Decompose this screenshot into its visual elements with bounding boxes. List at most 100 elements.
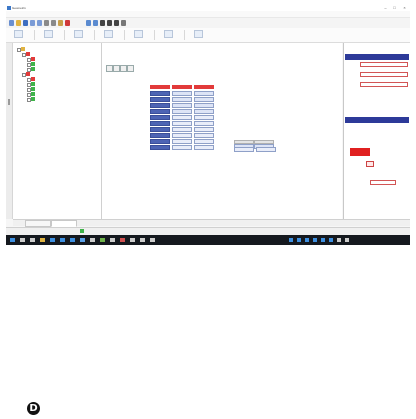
tree-node[interactable] [13, 82, 101, 87]
tree-node[interactable] [13, 72, 101, 77]
bottom-field[interactable] [370, 180, 396, 185]
bottom-tab[interactable] [51, 220, 77, 227]
value-cell[interactable] [172, 115, 192, 120]
value-cell[interactable] [150, 103, 170, 108]
prev-icon[interactable] [113, 65, 120, 72]
value-cell[interactable] [150, 109, 170, 114]
value-cell[interactable] [150, 133, 170, 138]
value-cell[interactable] [172, 103, 192, 108]
measure-icon[interactable] [100, 20, 105, 26]
redo-icon[interactable] [37, 20, 42, 26]
value-cell[interactable] [172, 145, 192, 150]
cut-icon[interactable] [44, 20, 49, 26]
new-file-icon[interactable] [9, 20, 14, 26]
tree-node[interactable] [13, 67, 101, 72]
value-cell[interactable] [172, 127, 192, 132]
property-field[interactable] [360, 62, 408, 67]
value-cell[interactable] [172, 139, 192, 144]
layers-icon[interactable] [114, 20, 119, 26]
tray-icon[interactable] [337, 238, 341, 242]
app-icon[interactable] [80, 238, 85, 242]
app-icon[interactable] [120, 238, 125, 242]
value-cell[interactable] [194, 97, 214, 102]
collapse-handle[interactable] [8, 99, 10, 105]
folder-icon[interactable] [40, 238, 45, 242]
open-folder-icon[interactable] [16, 20, 21, 26]
options-icon[interactable] [194, 30, 203, 38]
tree-node[interactable] [13, 52, 101, 57]
value-cell[interactable] [172, 121, 192, 126]
tray-icon[interactable] [313, 238, 317, 242]
value-cell[interactable] [194, 109, 214, 114]
tree-node[interactable] [13, 77, 101, 82]
value-cell[interactable] [150, 115, 170, 120]
value-cell[interactable] [194, 121, 214, 126]
result-cell[interactable] [256, 147, 276, 152]
value-cell[interactable] [150, 139, 170, 144]
tree-node[interactable] [13, 62, 101, 67]
material-icon[interactable] [44, 30, 53, 38]
undo-icon[interactable] [30, 20, 35, 26]
start-icon[interactable] [10, 238, 15, 242]
copy-icon[interactable] [51, 20, 56, 26]
export-icon[interactable] [164, 30, 173, 38]
value-cell[interactable] [172, 109, 192, 114]
value-cell[interactable] [194, 133, 214, 138]
value-cell[interactable] [172, 97, 192, 102]
paste-icon[interactable] [58, 20, 63, 26]
search-icon[interactable] [20, 238, 25, 242]
value-cell[interactable] [194, 139, 214, 144]
value-cell[interactable] [172, 133, 192, 138]
tree-node[interactable] [13, 87, 101, 92]
section-icon[interactable] [14, 30, 23, 38]
value-cell[interactable] [150, 97, 170, 102]
value-cell[interactable] [150, 121, 170, 126]
app-icon[interactable] [130, 238, 135, 242]
mail-icon[interactable] [60, 238, 65, 242]
value-cell[interactable] [194, 127, 214, 132]
color-swatch-bar[interactable] [350, 148, 370, 156]
taskview-icon[interactable] [30, 238, 35, 242]
app-icon[interactable] [90, 238, 95, 242]
browser-icon[interactable] [50, 238, 55, 242]
property-field[interactable] [360, 82, 408, 87]
next-icon[interactable] [120, 65, 127, 72]
tree-node[interactable] [13, 57, 101, 62]
tray-icon[interactable] [321, 238, 325, 242]
report-icon[interactable] [134, 30, 143, 38]
tray-icon[interactable] [297, 238, 301, 242]
store-icon[interactable] [70, 238, 75, 242]
settings-icon[interactable] [121, 20, 126, 26]
value-cell[interactable] [150, 91, 170, 96]
bottom-tab[interactable] [25, 220, 51, 227]
property-field[interactable] [360, 72, 408, 77]
analysis-icon[interactable] [104, 30, 113, 38]
tree-node[interactable] [13, 47, 101, 52]
tree-node[interactable] [13, 97, 101, 102]
load-icon[interactable] [74, 30, 83, 38]
value-cell[interactable] [194, 115, 214, 120]
tree-node[interactable] [13, 92, 101, 97]
grid-icon[interactable] [107, 20, 112, 26]
value-cell[interactable] [172, 91, 192, 96]
value-cell[interactable] [194, 103, 214, 108]
app-icon[interactable] [140, 238, 145, 242]
tray-icon[interactable] [345, 238, 349, 242]
first-icon[interactable] [106, 65, 113, 72]
app-icon[interactable] [150, 238, 155, 242]
tray-icon[interactable] [329, 238, 333, 242]
tray-icon[interactable] [305, 238, 309, 242]
pan-icon[interactable] [93, 20, 98, 26]
result-cell[interactable] [234, 147, 254, 152]
delete-icon[interactable] [65, 20, 70, 26]
value-cell[interactable] [150, 127, 170, 132]
tray-icon[interactable] [289, 238, 293, 242]
save-icon[interactable] [23, 20, 28, 26]
last-icon[interactable] [127, 65, 134, 72]
value-cell[interactable] [194, 91, 214, 96]
zoom-icon[interactable] [86, 20, 91, 26]
value-cell[interactable] [194, 145, 214, 150]
value-cell[interactable] [150, 145, 170, 150]
app-icon[interactable] [110, 238, 115, 242]
app-icon[interactable] [100, 238, 105, 242]
